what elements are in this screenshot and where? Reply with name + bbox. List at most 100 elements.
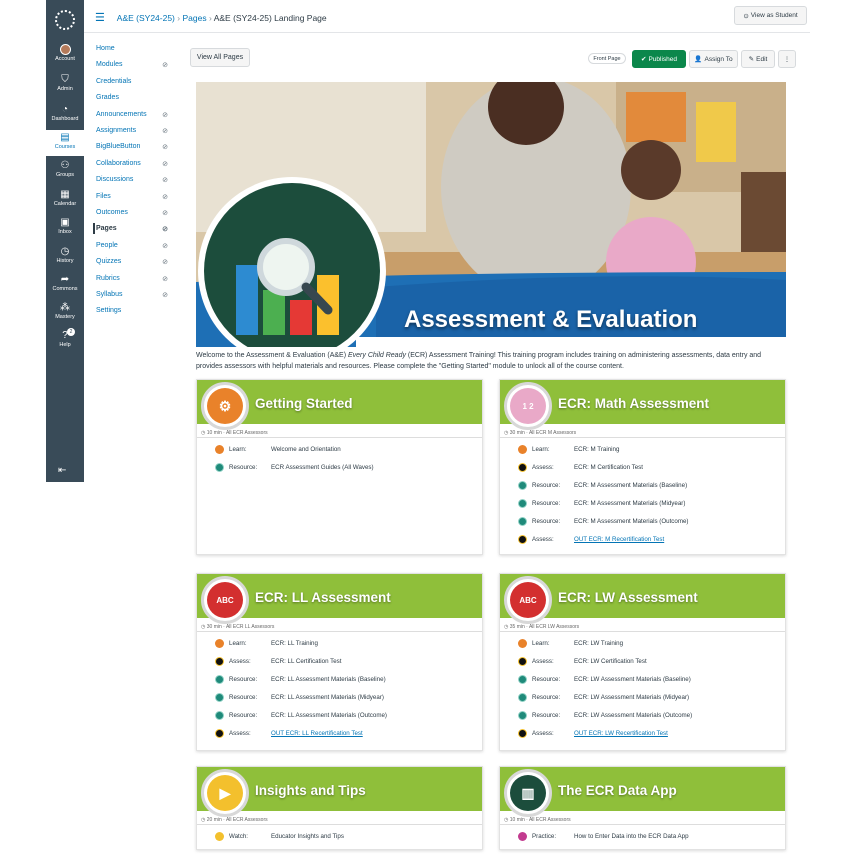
activity-row[interactable]: Assess: OUT ECR: LW Recertification Test (518, 728, 668, 739)
course-nav-people[interactable]: People ⊘ (96, 242, 172, 256)
module-card: ▥ The ECR Data App ◷ 10 min · All ECR Asse… (499, 766, 786, 850)
hidden-eye-icon: ⊘ (162, 210, 168, 217)
res-icon (518, 675, 527, 684)
view-all-pages-button[interactable]: View All Pages (190, 48, 250, 67)
divider (84, 32, 810, 33)
hidden-eye-icon: ⊘ (162, 160, 168, 168)
course-nav-discussions[interactable]: Discussions ⊘ (96, 176, 172, 190)
activity-title: ECR: LL Certification Test (271, 658, 342, 665)
course-nav-syllabus[interactable]: Syllabus ⊘ (96, 291, 172, 305)
activity-row: Learn: ECR: M Training (518, 444, 619, 455)
course-nav-rubrics[interactable]: Rubrics ⊘ (96, 275, 172, 289)
course-nav-grades[interactable]: Grades (96, 94, 172, 108)
activity-row[interactable]: Assess: OUT ECR: LL Recertification Test (215, 728, 363, 739)
global-nav-label: Commons (52, 286, 78, 292)
global-nav-label: Calendar (53, 201, 77, 207)
calendar-icon: ▦ (60, 189, 70, 200)
more-options-button[interactable]: ⋮ (778, 50, 796, 68)
hidden-eye-icon: ⊘ (162, 275, 168, 283)
global-nav-help[interactable]: ? Help 2 (46, 328, 84, 352)
hidden-eye-icon: ⊘ (162, 292, 168, 299)
global-nav-dashboard[interactable]: ◔ Dashboard (46, 102, 84, 126)
global-nav-commons[interactable]: ➦ Commons (46, 272, 84, 296)
res-icon (215, 693, 224, 702)
intro-text: Welcome to the Assessment & Evaluation (… (196, 352, 762, 370)
course-nav-credentials[interactable]: Credentials (96, 78, 172, 92)
activity-kind: Resource: (532, 712, 561, 719)
activity-title: ECR: LW Assessment Materials (Midyear) (574, 694, 690, 701)
activity-title: ECR Assessment Guides (All Waves) (271, 464, 374, 471)
hidden-eye-icon: ⊘ (162, 128, 168, 135)
activity-title: ECR: M Certification Test (574, 464, 643, 471)
activity-link[interactable]: OUT ECR: LW Recertification Test (574, 730, 668, 737)
card-title: ECR: LL Assessment (255, 590, 391, 605)
hamburger-icon[interactable]: ☰ (95, 12, 105, 24)
published-button[interactable]: ✔ Published (632, 50, 686, 68)
hero-banner: Assessment & Evaluation (196, 82, 786, 347)
global-nav-calendar[interactable]: ▦ Calendar (46, 187, 84, 211)
card-title: ECR: Math Assessment (558, 396, 710, 411)
card-badge-icon: ABC (504, 576, 552, 624)
activity-kind: Practice: (532, 833, 557, 840)
activity-kind: Assess: (532, 730, 554, 737)
course-nav-outcomes[interactable]: Outcomes ⊘ (96, 209, 172, 223)
activity-kind: Learn: (229, 446, 247, 453)
global-nav-courses[interactable]: ▤ Courses (46, 130, 84, 156)
card-title: Getting Started (255, 396, 353, 411)
hidden-eye-icon: ⊘ (162, 226, 168, 234)
global-nav-inbox[interactable]: ▣ Inbox (46, 215, 84, 239)
course-nav-assignments[interactable]: Assignments ⊘ (96, 127, 172, 141)
activity-row: Assess: ECR: LL Certification Test (215, 656, 342, 667)
breadcrumb-course[interactable]: A&E (SY24-25) (117, 13, 175, 23)
activity-row[interactable]: Assess: OUT ECR: M Recertification Test (518, 534, 664, 545)
module-card: ABC ECR: LW Assessment ◷ 35 min · All ECR … (499, 573, 786, 751)
breadcrumb-pages[interactable]: Pages (182, 13, 206, 23)
course-nav-announcements[interactable]: Announcements ⊘ (96, 111, 172, 125)
res-icon (215, 711, 224, 720)
res-icon (518, 499, 527, 508)
logo-icon[interactable] (55, 10, 75, 30)
global-nav-mastery[interactable]: ⁂ Mastery (46, 300, 84, 324)
activity-row: Resource: ECR: LW Assessment Materials (B… (518, 674, 691, 685)
edit-button[interactable]: ✎ Edit (741, 50, 775, 68)
card-title: The ECR Data App (558, 783, 677, 798)
global-nav-label: Help (59, 342, 71, 348)
share-arrow-icon: ➦ (60, 274, 70, 285)
course-nav-modules[interactable]: Modules ⊘ (96, 61, 172, 75)
course-nav-bigbluebutton[interactable]: BigBlueButton ⊘ (96, 143, 172, 157)
activity-title: ECR: LW Training (574, 640, 624, 647)
activity-kind: Resource: (229, 676, 258, 683)
activity-kind: Resource: (532, 482, 561, 489)
speedometer-icon: ◔ (61, 104, 69, 115)
pencil-icon: ✎ (748, 56, 755, 63)
view-as-student-button[interactable]: ⊙ View as Student (734, 6, 807, 25)
course-nav-home[interactable]: Home (96, 45, 172, 59)
course-nav-files[interactable]: Files ⊘ (96, 193, 172, 207)
global-nav-admin[interactable]: ⛉ Admin (46, 72, 84, 96)
card-meta: ◷ 20 min · All ECR Assessors (201, 817, 268, 823)
course-nav-settings[interactable]: Settings (96, 307, 172, 321)
activity-kind: Resource: (229, 694, 258, 701)
activity-link[interactable]: OUT ECR: LL Recertification Test (271, 730, 363, 737)
assign-to-button[interactable]: 👤 Assign To (689, 50, 738, 68)
collapse-nav-icon[interactable]: ⇤ (58, 465, 66, 476)
assess-icon (518, 657, 527, 666)
activity-title: ECR: LL Assessment Materials (Midyear) (271, 694, 384, 701)
activity-kind: Resource: (532, 694, 561, 701)
global-nav-account[interactable]: Account (46, 42, 84, 66)
course-nav-quizzes[interactable]: Quizzes ⊘ (96, 258, 172, 272)
global-nav-label: History (56, 258, 74, 264)
activity-row: Resource: ECR: M Assessment Materials (Ba… (518, 480, 687, 491)
card-badge-icon: ▥ (504, 769, 552, 817)
activity-kind: Assess: (229, 658, 251, 665)
people-icon: ⚇ (60, 160, 70, 171)
global-nav-groups[interactable]: ⚇ Groups (46, 158, 84, 182)
course-nav-collaborations[interactable]: Collaborations ⊘ (96, 160, 172, 174)
hidden-eye-icon: ⊘ (162, 177, 168, 185)
course-nav-pages[interactable]: Pages ⊘ (93, 223, 172, 239)
activity-kind: Learn: (532, 640, 550, 647)
activity-link[interactable]: OUT ECR: M Recertification Test (574, 536, 664, 543)
activity-title: ECR: M Training (574, 446, 620, 453)
hidden-eye-icon: ⊘ (162, 193, 168, 201)
global-nav-history[interactable]: ◷ History (46, 244, 84, 268)
